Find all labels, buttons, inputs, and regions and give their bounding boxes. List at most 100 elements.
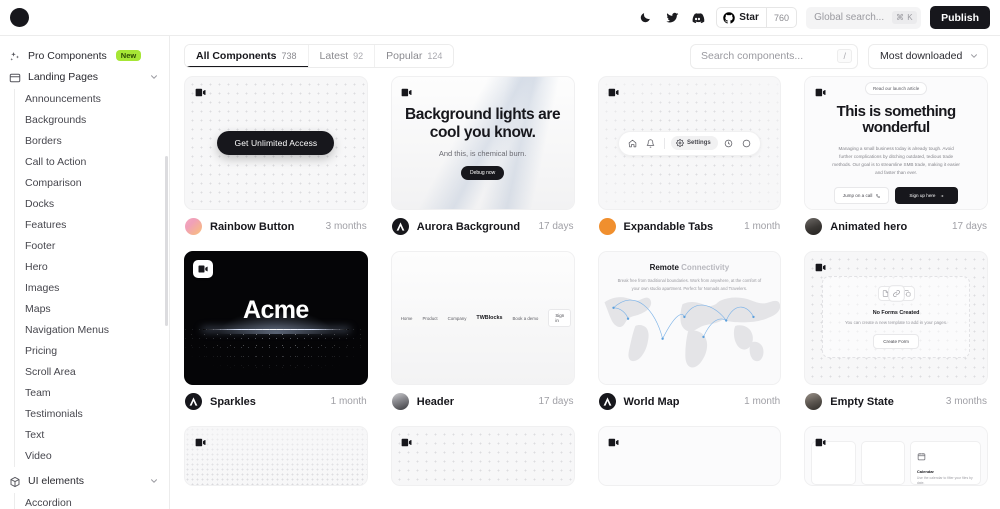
phone-icon xyxy=(876,193,881,198)
card-timestamp: 3 months xyxy=(945,396,987,407)
nav-link-company[interactable]: Company xyxy=(448,316,467,321)
sidebar-item-pricing[interactable]: Pricing xyxy=(14,341,169,362)
card-preview-expandable-tabs[interactable]: Settings xyxy=(597,76,782,210)
component-card[interactable]: Home Product Company TWBlocks Book a dem… xyxy=(390,251,575,410)
sidebar-item-comparison[interactable]: Comparison xyxy=(14,173,169,194)
card-preview-world-map[interactable]: Remote Connectivity Break free from trad… xyxy=(597,251,782,385)
sidebar-item-call-to-action[interactable]: Call to Action xyxy=(14,152,169,173)
tab-label: All Components xyxy=(196,50,277,62)
bell-icon[interactable] xyxy=(643,136,658,151)
card-title: Sparkles xyxy=(210,395,256,408)
sidebar-group-ui-elements[interactable]: UI elements xyxy=(0,470,169,491)
component-card[interactable]: Settings Expandable Tabs 1 month xyxy=(597,76,782,235)
sidebar-item-announcements[interactable]: Announcements xyxy=(14,89,169,110)
card-preview-animated-hero[interactable]: Read our launch article This is somethin… xyxy=(804,76,988,210)
sidebar-item-text[interactable]: Text xyxy=(14,425,169,446)
body: Pro Components New Landing Pages Announc… xyxy=(0,36,1000,509)
sidebar-item-images[interactable]: Images xyxy=(14,278,169,299)
sidebar-item-testimonials[interactable]: Testimonials xyxy=(14,404,169,425)
nav-link-home[interactable]: Home xyxy=(401,316,413,321)
sidebar-item-borders[interactable]: Borders xyxy=(14,131,169,152)
circle-icon[interactable] xyxy=(739,136,754,151)
preview-center: Background lights are cool you know. And… xyxy=(392,77,574,209)
clock-icon[interactable] xyxy=(721,136,736,151)
star-button-main[interactable]: Star xyxy=(717,8,766,27)
search-input[interactable]: Search components... / xyxy=(690,43,858,69)
sidebar-item-footer[interactable]: Footer xyxy=(14,236,169,257)
tab-count: 92 xyxy=(353,51,364,61)
card-preview-rainbow-button[interactable]: Get Unlimited Access xyxy=(184,76,368,210)
card-preview-header[interactable]: Home Product Company TWBlocks Book a dem… xyxy=(390,251,575,385)
component-card[interactable]: Calendar Use the calendar to filter your… xyxy=(804,426,988,486)
sidebar-item-hero[interactable]: Hero xyxy=(14,257,169,278)
sidebar-group-landing-pages[interactable]: Landing Pages xyxy=(0,66,169,87)
sidebar-item-accordion[interactable]: Accordion xyxy=(14,493,169,509)
component-card[interactable]: Get Unlimited Access Rainbow Button 3 mo… xyxy=(184,76,368,235)
card-preview-row3-1[interactable] xyxy=(184,426,368,486)
component-card[interactable]: Read our launch article This is somethin… xyxy=(804,76,988,235)
sidebar-group-pro-components[interactable]: Pro Components New xyxy=(0,45,169,66)
home-icon[interactable] xyxy=(625,136,640,151)
card-preview-row3-4[interactable]: Calendar Use the calendar to filter your… xyxy=(804,426,988,486)
sidebar-group-label: Landing Pages xyxy=(28,70,99,83)
main-content: All Components 738 Latest 92 Popular 124… xyxy=(170,36,1000,509)
component-card[interactable] xyxy=(390,426,575,486)
dot-pattern xyxy=(391,427,574,485)
tab-all-components[interactable]: All Components 738 xyxy=(185,45,309,67)
component-card[interactable]: Remote Connectivity Break free from trad… xyxy=(597,251,782,410)
sidebar-item-navigation-menus[interactable]: Navigation Menus xyxy=(14,320,169,341)
debug-now-button[interactable]: Debug now xyxy=(460,166,505,181)
discord-icon[interactable] xyxy=(689,9,706,26)
card-preview-empty-state[interactable]: No Forms Created You can create a new te… xyxy=(804,251,988,385)
sidebar-item-team[interactable]: Team xyxy=(14,383,169,404)
hero-primary-button[interactable]: Sign up here xyxy=(895,187,959,205)
tab-popular[interactable]: Popular 124 xyxy=(375,45,454,67)
sidebar-item-maps[interactable]: Maps xyxy=(14,299,169,320)
feature-columns: Calendar Use the calendar to filter your… xyxy=(805,441,987,485)
card-timestamp: 1 month xyxy=(744,396,781,407)
map-title-strong: Remote xyxy=(649,263,679,272)
sidebar-scrollbar[interactable] xyxy=(164,156,168,326)
card-preview-row3-2[interactable] xyxy=(390,426,575,486)
publish-button[interactable]: Publish xyxy=(930,6,990,29)
sidebar-item-docks[interactable]: Docks xyxy=(14,194,169,215)
sidebar-item-scroll-area[interactable]: Scroll Area xyxy=(14,362,169,383)
map-header: Remote Connectivity Break free from trad… xyxy=(607,263,773,292)
moon-icon[interactable] xyxy=(637,9,654,26)
tab-latest[interactable]: Latest 92 xyxy=(308,45,376,67)
card-preview-row3-3[interactable] xyxy=(597,426,782,486)
avatar xyxy=(805,218,823,235)
create-form-button[interactable]: Create Form xyxy=(873,333,920,349)
hero-chip[interactable]: Read our launch article xyxy=(864,81,928,95)
card-meta: Header 17 days xyxy=(391,385,575,410)
sidebar-item-video[interactable]: Video xyxy=(14,446,169,467)
search-placeholder: Search components... xyxy=(701,50,804,62)
github-star-button[interactable]: Star 760 xyxy=(716,7,798,28)
nav-link-product[interactable]: Product xyxy=(422,316,437,321)
card-preview-aurora-background[interactable]: Background lights are cool you know. And… xyxy=(390,76,575,210)
component-card[interactable]: Acme Sparkles 1 month xyxy=(184,251,368,410)
component-card[interactable] xyxy=(184,426,368,486)
card-meta: Empty State 3 months xyxy=(804,385,988,410)
sign-in-button[interactable]: Sign in xyxy=(548,309,572,327)
component-card[interactable]: No Forms Created You can create a new te… xyxy=(804,251,988,410)
component-card[interactable] xyxy=(597,426,782,486)
video-icon xyxy=(400,435,414,449)
card-title: Header xyxy=(416,395,455,408)
card-preview-sparkles[interactable]: Acme xyxy=(184,251,368,385)
window-icon xyxy=(9,71,21,83)
tab-settings[interactable]: Settings xyxy=(671,136,718,150)
sort-select[interactable]: Most downloaded xyxy=(868,43,988,69)
nav-link-book-a-demo[interactable]: Book a demo xyxy=(512,316,538,321)
hero-secondary-button[interactable]: Jump on a call xyxy=(833,187,890,205)
sidebar-item-backgrounds[interactable]: Backgrounds xyxy=(14,110,169,131)
sidebar-item-features[interactable]: Features xyxy=(14,215,169,236)
component-card[interactable]: Background lights are cool you know. And… xyxy=(390,76,575,235)
global-search-input[interactable]: Global search... ⌘ K xyxy=(806,6,922,29)
get-unlimited-access-button[interactable]: Get Unlimited Access xyxy=(217,131,335,155)
twitter-icon[interactable] xyxy=(663,9,680,26)
chevron-down-icon[interactable] xyxy=(149,72,159,82)
logo-dot[interactable] xyxy=(10,8,29,27)
expandable-tabs-bar[interactable]: Settings xyxy=(618,130,761,156)
chevron-down-icon[interactable] xyxy=(149,476,159,486)
